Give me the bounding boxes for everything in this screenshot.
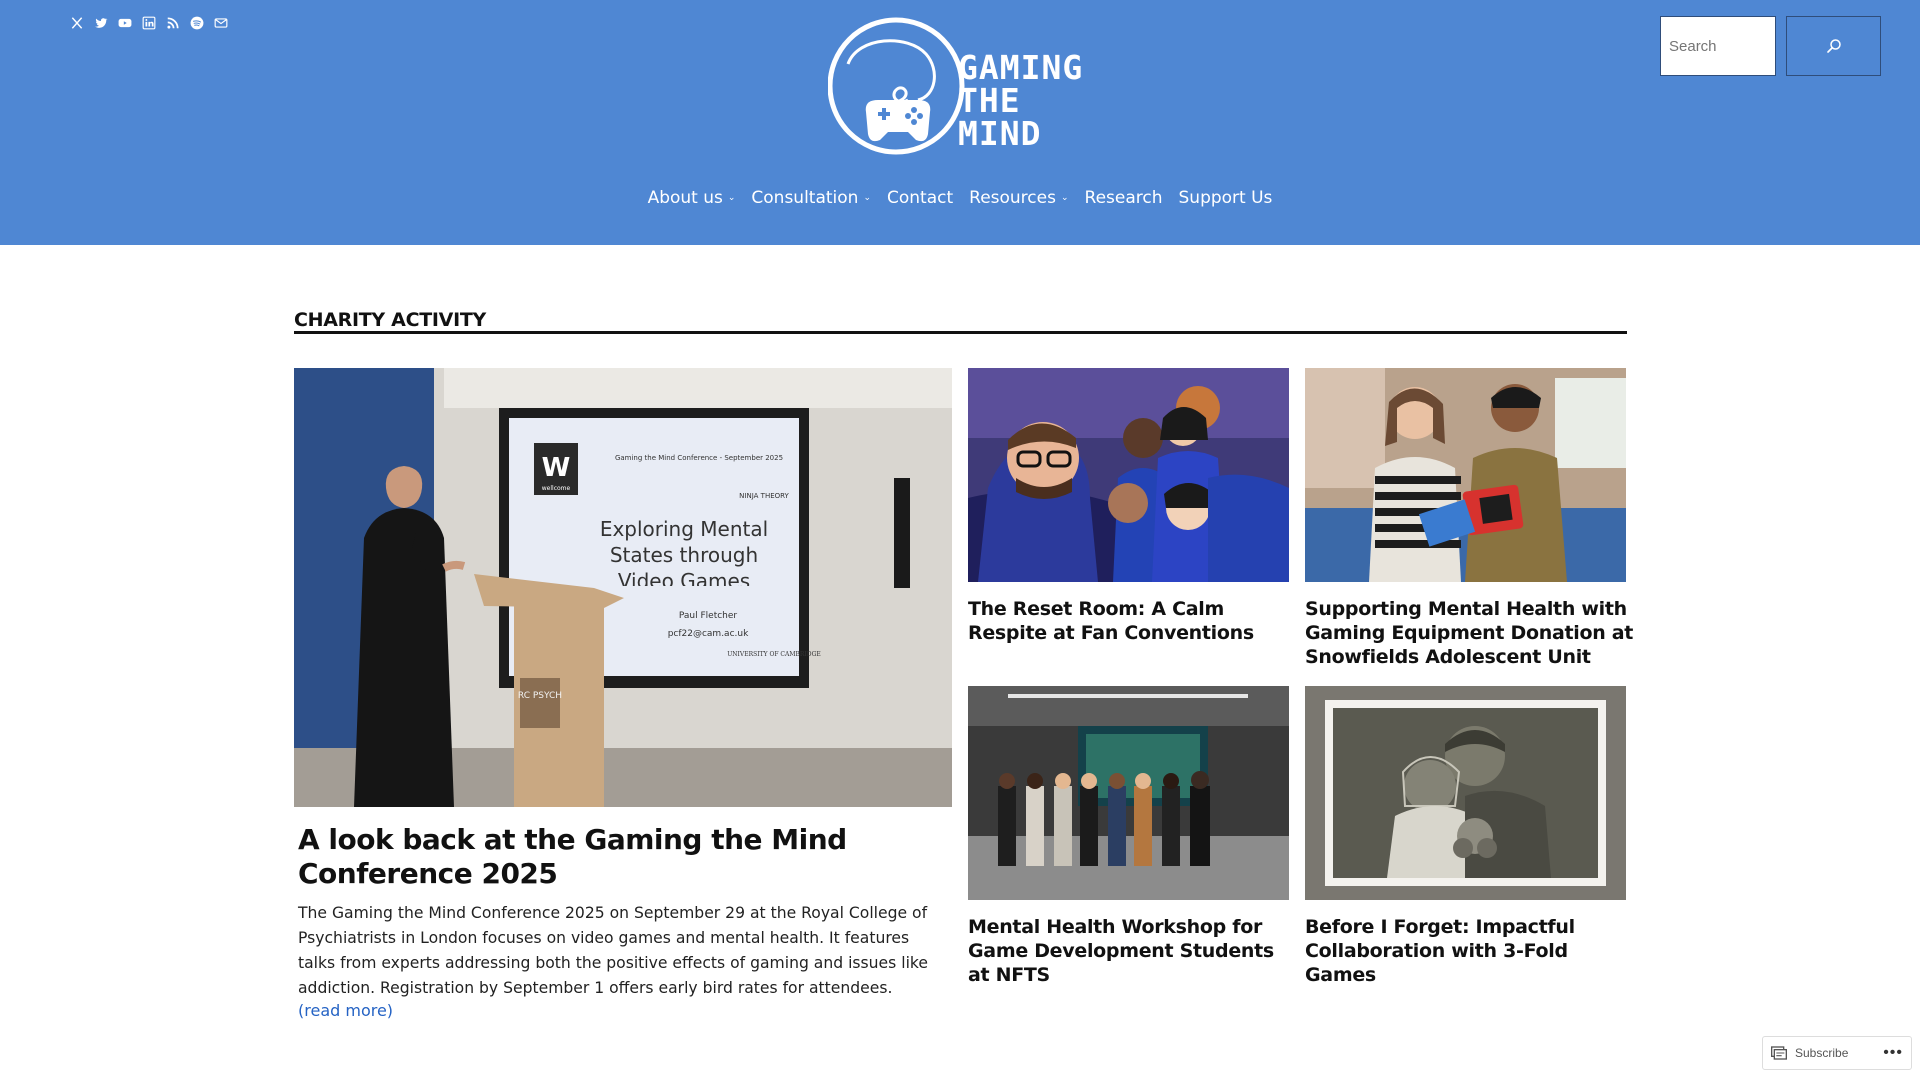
search-icon: [1826, 39, 1841, 53]
feature-post-title[interactable]: A look back at the Gaming the Mind Confe…: [298, 823, 938, 891]
social-links: [70, 16, 228, 30]
nav-label: Research: [1084, 188, 1163, 208]
logo-line-2: THE: [958, 81, 1021, 120]
search-box: [1660, 16, 1776, 76]
subscribe-button[interactable]: Subscribe: [1795, 1046, 1848, 1060]
nav-item-consultation[interactable]: Consultation ⌄: [751, 188, 871, 208]
card-image-nfts-workshop[interactable]: [968, 686, 1289, 900]
linkedin-icon[interactable]: [142, 16, 156, 30]
nav-item-support-us[interactable]: Support Us: [1179, 188, 1273, 208]
youtube-icon[interactable]: [118, 16, 132, 30]
slide-email: pcf22@cam.ac.uk: [668, 629, 749, 639]
card-image-reset-room[interactable]: [968, 368, 1289, 582]
nav-item-research[interactable]: Research: [1085, 188, 1163, 208]
rss-icon[interactable]: [166, 16, 180, 30]
search-input[interactable]: [1661, 17, 1775, 75]
card-title-reset-room[interactable]: The Reset Room: A Calm Respite at Fan Co…: [968, 597, 1298, 645]
logo-line-1: GAMING: [958, 48, 1084, 87]
feature-image[interactable]: W wellcome Gaming the Mind Conference - …: [294, 368, 952, 807]
logo-text: GAMING THE MIND: [958, 51, 1083, 150]
section-divider: [294, 331, 1627, 334]
read-more-link[interactable]: (read more): [298, 1001, 393, 1020]
twitter-icon[interactable]: [94, 16, 108, 30]
mail-icon[interactable]: [214, 16, 228, 30]
feature-post-excerpt: The Gaming the Mind Conference 2025 on S…: [298, 904, 928, 997]
slide-partner: NINJA THEORY: [739, 492, 789, 500]
main-nav: About us ⌄ Consultation ⌄ Contact Resour…: [0, 188, 1920, 208]
site-logo[interactable]: GAMING THE MIND: [827, 16, 1096, 156]
reader-icon: [1771, 1046, 1787, 1060]
slide-logo: W: [542, 453, 571, 483]
slide-title: Exploring Mental States through Video Ga…: [599, 517, 769, 586]
card-image-snowfields[interactable]: [1305, 368, 1626, 582]
nav-label: Support Us: [1178, 188, 1273, 208]
search-button[interactable]: [1786, 16, 1881, 76]
podium-logo: RC PSYCH: [518, 691, 562, 701]
nav-item-resources[interactable]: Resources ⌄: [969, 188, 1068, 208]
subscribe-widget: Subscribe •••: [1762, 1036, 1912, 1070]
logo-line-3: MIND: [958, 114, 1042, 153]
slide-header: Gaming the Mind Conference - September 2…: [615, 454, 783, 462]
chevron-down-icon: ⌄: [727, 193, 736, 203]
slide-logo-sub: wellcome: [542, 485, 571, 492]
slide-uni: UNIVERSITY OF CAMBRIDGE: [727, 651, 821, 658]
nav-label: Consultation: [751, 188, 859, 208]
chevron-down-icon: ⌄: [863, 193, 871, 203]
nav-label: Contact: [887, 188, 954, 208]
spotify-icon[interactable]: [190, 16, 204, 30]
card-image-before-i-forget[interactable]: [1305, 686, 1626, 900]
card-title-snowfields[interactable]: Supporting Mental Health with Gaming Equ…: [1305, 597, 1635, 669]
nav-label: Resources: [969, 188, 1056, 208]
more-options-icon[interactable]: •••: [1883, 1044, 1903, 1062]
card-title-before-i-forget[interactable]: Before I Forget: Impactful Collaboration…: [1305, 915, 1635, 987]
nav-item-about-us[interactable]: About us ⌄: [648, 188, 736, 208]
nav-item-contact[interactable]: Contact: [887, 188, 953, 208]
section-title: CHARITY ACTIVITY: [294, 309, 486, 331]
slide-name: Paul Fletcher: [679, 611, 738, 621]
chevron-down-icon: ⌄: [1060, 193, 1069, 203]
x-icon[interactable]: [70, 16, 84, 30]
nav-label: About us: [647, 188, 723, 208]
site-header: GAMING THE MIND About us ⌄ Consultation …: [0, 0, 1920, 245]
card-title-nfts-workshop[interactable]: Mental Health Workshop for Game Developm…: [968, 915, 1298, 987]
